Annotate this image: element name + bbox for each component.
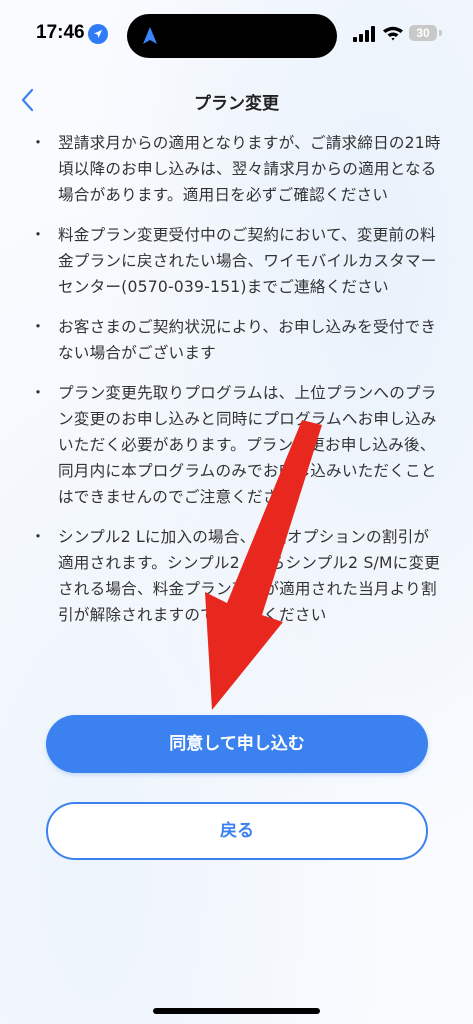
note-text: プラン変更先取りプログラムは、上位プランへのプラン変更のお申し込みと同時にプログ… — [58, 384, 437, 506]
bullet: ・ — [30, 383, 47, 402]
bullet: ・ — [30, 225, 47, 244]
bullet: ・ — [30, 317, 47, 336]
bullet: ・ — [30, 527, 47, 546]
notes-list: ・ 翌請求月からの適用となりますが、ご請求締日の21時頃以降のお申し込みは、翌々… — [30, 130, 450, 642]
home-indicator — [153, 1008, 320, 1014]
bullet: ・ — [30, 133, 47, 152]
list-item: ・ 翌請求月からの適用となりますが、ご請求締日の21時頃以降のお申し込みは、翌々… — [30, 130, 450, 208]
note-text: 翌請求月からの適用となりますが、ご請求締日の21時頃以降のお申し込みは、翌々請求… — [58, 134, 441, 204]
note-text: 料金プラン変更受付中のご契約において、変更前の料金プランに戻されたい場合、ワイモ… — [58, 226, 437, 296]
list-item: ・ お客さまのご契約状況により、お申し込みを受付できない場合がございます — [30, 314, 450, 366]
page-title: プラン変更 — [194, 94, 279, 114]
status-bar: 17:46 30 — [0, 0, 473, 72]
note-text: シンプル2 Lに加入の場合、通話オプションの割引が適用されます。シンプル2 Lか… — [58, 528, 441, 624]
signal-icon — [353, 26, 375, 42]
dynamic-island — [127, 14, 337, 58]
back-button[interactable]: 戻る — [46, 802, 428, 860]
navigation-arrow-icon — [143, 27, 157, 44]
agree-and-apply-button[interactable]: 同意して申し込む — [46, 715, 428, 773]
wifi-icon — [383, 26, 403, 41]
battery-icon: 30 — [409, 25, 437, 41]
list-item: ・ シンプル2 Lに加入の場合、通話オプションの割引が適用されます。シンプル2 … — [30, 524, 450, 628]
status-time: 17:46 — [36, 22, 85, 43]
list-item: ・ プラン変更先取りプログラムは、上位プランへのプラン変更のお申し込みと同時にプ… — [30, 380, 450, 510]
location-arrow-icon — [88, 24, 108, 44]
nav-bar: プラン変更 — [0, 72, 473, 130]
list-item: ・ 料金プラン変更受付中のご契約において、変更前の料金プランに戻されたい場合、ワ… — [30, 222, 450, 300]
battery-tip — [439, 30, 442, 36]
note-text: お客さまのご契約状況により、お申し込みを受付できない場合がございます — [58, 318, 437, 362]
